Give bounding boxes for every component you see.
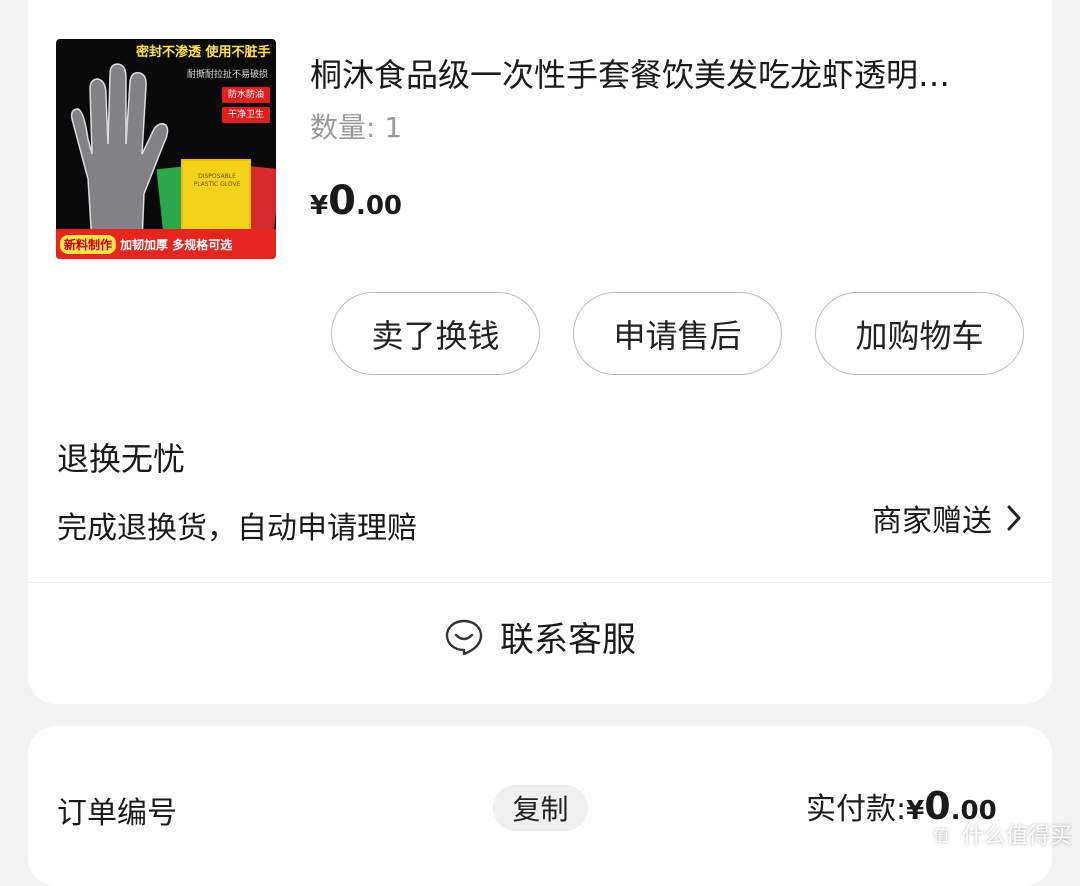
contact-service-label: 联系客服 [500, 612, 636, 661]
merchant-gift-link[interactable]: 商家赠送 [872, 496, 1022, 540]
image-bottom-text: 加韧加厚 多规格可选 [120, 236, 232, 253]
image-bottom-pill: 新料制作 [60, 235, 116, 254]
product-price: ¥ 0 .00 [310, 178, 402, 224]
price-symbol: ¥ [310, 191, 328, 221]
sell-button[interactable]: 卖了换钱 [331, 292, 540, 375]
order-number-label: 订单编号 [57, 788, 177, 832]
price-decimal: .00 [356, 191, 402, 221]
pack-text: DISPOSABLE PLASTIC GLOVE [187, 173, 247, 189]
watermark-text: 什么值得买 [962, 818, 1072, 850]
contact-service-button[interactable]: 联系客服 [0, 612, 1080, 661]
watermark-logo-icon: 值 [926, 819, 956, 849]
amount-paid-label: 实付款: [806, 784, 906, 828]
gift-label: 商家赠送 [872, 496, 992, 540]
product-title[interactable]: 桐沐食品级一次性手套餐饮美发吃龙虾透明… [310, 54, 1020, 96]
image-tag: 干净卫生 [222, 107, 270, 123]
image-banner-text: 密封不渗透 使用不脏手 [136, 41, 276, 65]
image-tag: 防水防油 [222, 87, 270, 103]
after-sale-button[interactable]: 申请售后 [573, 292, 782, 375]
chevron-right-icon [1006, 504, 1022, 532]
add-to-cart-button[interactable]: 加购物车 [815, 292, 1024, 375]
price-integer: 0 [328, 178, 356, 224]
copy-button[interactable]: 复制 [493, 785, 588, 831]
divider [28, 582, 1052, 583]
glove-illustration [62, 59, 172, 249]
product-image[interactable]: DISPOSABLE PLASTIC GLOVE 密封不渗透 使用不脏手 耐撕耐… [56, 39, 276, 259]
chat-bubble-icon [444, 617, 484, 657]
paid-symbol: ¥ [906, 796, 924, 826]
image-sub-text: 耐撕耐拉扯不易破损 [187, 67, 268, 80]
guarantee-description: 完成退换货，自动申请理赔 [57, 503, 417, 547]
image-bottom-bar: 新料制作 加韧加厚 多规格可选 [56, 229, 276, 259]
watermark: 值 什么值得买 [926, 818, 1072, 850]
guarantee-title: 退换无忧 [57, 434, 185, 480]
product-quantity: 数量: 1 [310, 106, 402, 146]
